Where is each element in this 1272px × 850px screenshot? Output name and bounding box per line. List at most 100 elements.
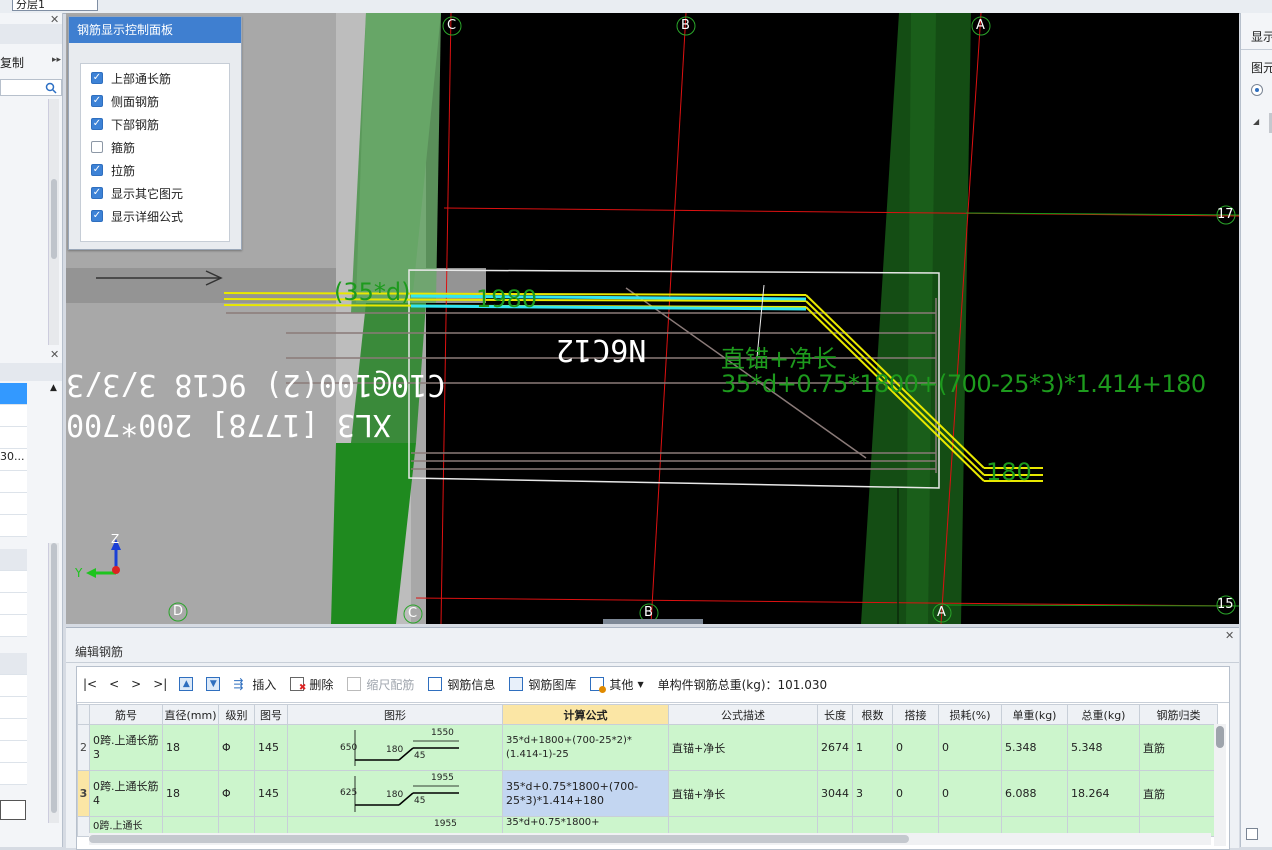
checkbox-checked-icon[interactable]: ✓ (91, 118, 103, 130)
left-scrollbar[interactable] (48, 99, 59, 345)
rebar-library-button[interactable]: 钢筋图库 (509, 676, 576, 693)
scroll-up-icon[interactable]: ▲ (50, 383, 57, 393)
option-top-rebar[interactable]: ✓ 上部通长筋 (91, 68, 171, 88)
shape-cell[interactable]: 1550 650 180 45 (287, 724, 503, 771)
list-item[interactable] (0, 800, 26, 820)
next-button[interactable]: > (131, 677, 141, 691)
option-tie-bar[interactable]: ✓ 拉筋 (91, 160, 135, 180)
loss-cell[interactable]: 0 (938, 724, 1002, 771)
list-item[interactable] (0, 741, 27, 763)
checkbox-checked-icon[interactable]: ✓ (91, 187, 103, 199)
column-header[interactable]: 单重(kg) (1001, 704, 1068, 725)
move-up-button[interactable]: ▲ (179, 677, 198, 691)
checkbox-unchecked-icon[interactable] (91, 141, 103, 153)
column-header[interactable]: 钢筋归类 (1139, 704, 1218, 725)
list-item[interactable] (0, 653, 27, 675)
list-item[interactable] (0, 675, 27, 697)
description-cell[interactable]: 直锚+净长 (668, 770, 818, 817)
list-item[interactable] (0, 493, 27, 515)
delete-button[interactable]: ✖ 删除 (290, 676, 333, 693)
floor-select[interactable]: 分层1 (12, 0, 98, 11)
first-button[interactable]: |< (83, 677, 97, 691)
splitter-handle[interactable] (603, 619, 703, 624)
category-cell[interactable]: 直筋 (1139, 770, 1218, 817)
count-cell[interactable]: 1 (852, 724, 893, 771)
column-header[interactable]: 根数 (852, 704, 893, 725)
other-menu-button[interactable]: 其他 ▼ (590, 676, 644, 693)
unit-weight-cell[interactable]: 5.348 (1001, 724, 1068, 771)
column-header[interactable]: 损耗(%) (938, 704, 1002, 725)
search-icon[interactable] (45, 82, 57, 94)
column-header[interactable]: 总重(kg) (1067, 704, 1140, 725)
column-header[interactable]: 图号 (254, 704, 288, 725)
tree-expand-icon[interactable]: ◢ (1253, 117, 1259, 126)
length-cell[interactable]: 2674 (817, 724, 853, 771)
option-bottom-rebar[interactable]: ✓ 下部钢筋 (91, 114, 159, 134)
option-stirrup[interactable]: 箍筋 (91, 137, 135, 157)
scroll-thumb[interactable] (51, 543, 57, 813)
checkbox-checked-icon[interactable]: ✓ (91, 95, 103, 107)
last-button[interactable]: >| (153, 677, 167, 691)
radio-button[interactable] (1251, 84, 1263, 96)
column-header[interactable]: 搭接 (892, 704, 939, 725)
scroll-thumb[interactable] (89, 835, 909, 843)
option-other-elements[interactable]: ✓ 显示其它图元 (91, 183, 183, 203)
left-scrollbar[interactable] (48, 543, 59, 823)
scroll-thumb[interactable] (1216, 726, 1224, 748)
unit-weight-cell[interactable]: 6.088 (1001, 770, 1068, 817)
rebar-name-cell[interactable]: 0跨.上通长筋3 (89, 724, 163, 771)
total-weight-cell[interactable]: 18.264 (1067, 770, 1140, 817)
list-item[interactable] (0, 719, 27, 741)
count-cell[interactable]: 3 (852, 770, 893, 817)
column-header[interactable]: 计算公式 (502, 704, 669, 725)
column-header[interactable]: 级别 (218, 704, 255, 725)
diameter-cell[interactable]: 18 (162, 724, 219, 771)
grade-cell[interactable]: Φ (218, 770, 255, 817)
list-item[interactable]: 30... (0, 449, 27, 471)
loss-cell[interactable]: 0 (938, 770, 1002, 817)
rebar-info-button[interactable]: 钢筋信息 (428, 676, 495, 693)
list-item[interactable] (0, 427, 27, 449)
rebar-name-cell[interactable]: 0跨.上通长筋4 (89, 770, 163, 817)
checkbox-checked-icon[interactable]: ✓ (91, 72, 103, 84)
grade-cell[interactable]: Φ (218, 724, 255, 771)
insert-button[interactable]: ⇶ 插入 (233, 676, 276, 693)
close-icon[interactable]: ✕ (50, 348, 59, 361)
formula-cell[interactable]: 35*d+0.75*1800+(700-25*3)*1.414+180 (502, 770, 669, 817)
list-item[interactable] (0, 549, 27, 571)
list-item[interactable] (0, 593, 27, 615)
column-header[interactable]: 长度 (817, 704, 853, 725)
column-header[interactable]: 图形 (287, 704, 503, 725)
lap-cell[interactable]: 0 (892, 770, 939, 817)
search-input[interactable] (0, 79, 62, 96)
list-item[interactable] (0, 571, 27, 593)
scale-rebar-button[interactable]: 缩尺配筋 (347, 676, 414, 693)
category-cell[interactable]: 直筋 (1139, 724, 1218, 771)
list-item[interactable] (0, 615, 27, 637)
column-header[interactable]: 筋号 (89, 704, 163, 725)
checkbox-checked-icon[interactable]: ✓ (91, 164, 103, 176)
prev-button[interactable]: < (109, 677, 119, 691)
list-item[interactable] (0, 515, 27, 537)
list-item[interactable] (0, 471, 27, 493)
figure-no-cell[interactable]: 145 (254, 724, 288, 771)
length-cell[interactable]: 3044 (817, 770, 853, 817)
list-item[interactable] (0, 405, 27, 427)
list-item[interactable] (0, 383, 27, 405)
table-row[interactable]: 2 0跨.上通长筋3 18 Φ 145 1550 650 180 45 35*d… (77, 724, 1218, 771)
checkbox[interactable] (1246, 828, 1258, 840)
total-weight-cell[interactable]: 5.348 (1067, 724, 1140, 771)
formula-cell[interactable]: 35*d+1800+(700-25*2)*(1.414-1)-25 (502, 724, 669, 771)
close-icon[interactable]: ✕ (1225, 629, 1234, 642)
list-item[interactable] (0, 697, 27, 719)
table-vertical-scrollbar[interactable] (1214, 724, 1226, 846)
description-cell[interactable]: 直锚+净长 (668, 724, 818, 771)
copy-label[interactable]: 复制 (0, 54, 24, 71)
option-side-rebar[interactable]: ✓ 侧面钢筋 (91, 91, 159, 111)
expand-icon[interactable]: ▸▸ (52, 55, 61, 65)
table-horizontal-scrollbar[interactable] (89, 833, 1211, 845)
option-detailed-formula[interactable]: ✓ 显示详细公式 (91, 206, 183, 226)
lap-cell[interactable]: 0 (892, 724, 939, 771)
column-header[interactable]: 公式描述 (668, 704, 818, 725)
diameter-cell[interactable]: 18 (162, 770, 219, 817)
